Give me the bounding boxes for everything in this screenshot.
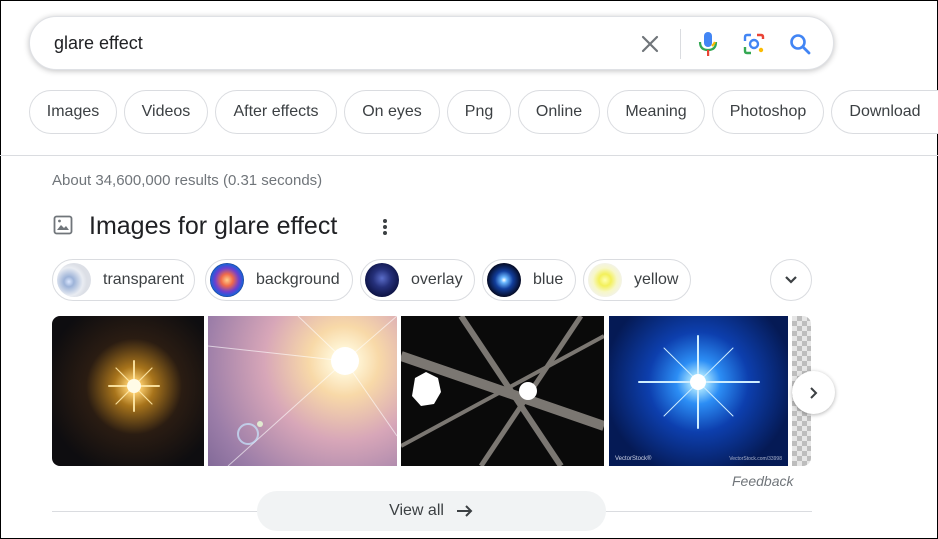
lens-icon[interactable] xyxy=(739,29,769,59)
chip-thumbnail xyxy=(487,263,521,297)
bokeh-flare-image xyxy=(401,316,604,466)
search-divider xyxy=(680,29,681,59)
lens-flare-image xyxy=(108,360,160,412)
related-chip-label: overlay xyxy=(411,271,463,288)
sun-flare-image xyxy=(208,316,397,466)
chip-thumbnail xyxy=(57,263,91,297)
chip-photoshop[interactable]: Photoshop xyxy=(712,90,824,134)
related-chip-label: background xyxy=(256,271,340,288)
search-input[interactable]: glare effect xyxy=(54,33,143,54)
chip-thumbnail xyxy=(210,263,244,297)
expand-chips-button[interactable] xyxy=(770,259,812,301)
chip-download[interactable]: Download xyxy=(831,90,938,134)
chevron-down-icon xyxy=(785,276,797,284)
chip-thumbnail xyxy=(588,263,622,297)
watermark-right: VectorStock.com/33998 xyxy=(729,456,782,462)
search-bar[interactable]: glare effect xyxy=(29,16,834,70)
search-icon[interactable] xyxy=(785,29,815,59)
related-chip-overlay[interactable]: overlay xyxy=(360,259,475,301)
chip-after-effects[interactable]: After effects xyxy=(215,90,337,134)
chevron-right-icon xyxy=(809,386,817,399)
more-vert-icon[interactable] xyxy=(374,216,396,238)
related-chip-transparent[interactable]: transparent xyxy=(52,259,195,301)
related-chip-label: transparent xyxy=(103,271,184,288)
mic-icon[interactable] xyxy=(693,29,723,59)
related-chip-blue[interactable]: blue xyxy=(482,259,576,301)
chip-videos[interactable]: Videos xyxy=(124,90,208,134)
next-images-button[interactable] xyxy=(792,371,835,414)
view-all-label: View all xyxy=(389,502,444,519)
header-divider xyxy=(0,155,938,156)
chip-images[interactable]: Images xyxy=(29,90,117,134)
image-icon xyxy=(53,215,73,240)
image-result-2[interactable] xyxy=(208,316,397,466)
image-result-1[interactable] xyxy=(52,316,204,466)
image-result-4[interactable]: VectorStock® VectorStock.com/33998 xyxy=(609,316,788,466)
related-chip-yellow[interactable]: yellow xyxy=(583,259,691,301)
chip-on-eyes[interactable]: On eyes xyxy=(344,90,440,134)
related-chip-label: blue xyxy=(533,271,564,288)
close-icon[interactable] xyxy=(635,29,665,59)
chip-meaning[interactable]: Meaning xyxy=(607,90,705,134)
related-chip-background[interactable]: background xyxy=(205,259,353,301)
view-all-button[interactable]: View all xyxy=(257,491,606,531)
blue-star-flare-image xyxy=(638,335,760,429)
result-stats: About 34,600,000 results (0.31 seconds) xyxy=(52,172,323,189)
watermark-left: VectorStock® xyxy=(615,456,652,462)
image-result-3[interactable] xyxy=(401,316,604,466)
feedback-link[interactable]: Feedback xyxy=(732,473,793,489)
chip-thumbnail xyxy=(365,263,399,297)
images-section-title: Images for glare effect xyxy=(89,212,338,240)
arrow-right-icon xyxy=(456,505,473,517)
chip-png[interactable]: Png xyxy=(447,90,511,134)
related-chip-label: yellow xyxy=(634,271,679,288)
chip-online[interactable]: Online xyxy=(518,90,600,134)
